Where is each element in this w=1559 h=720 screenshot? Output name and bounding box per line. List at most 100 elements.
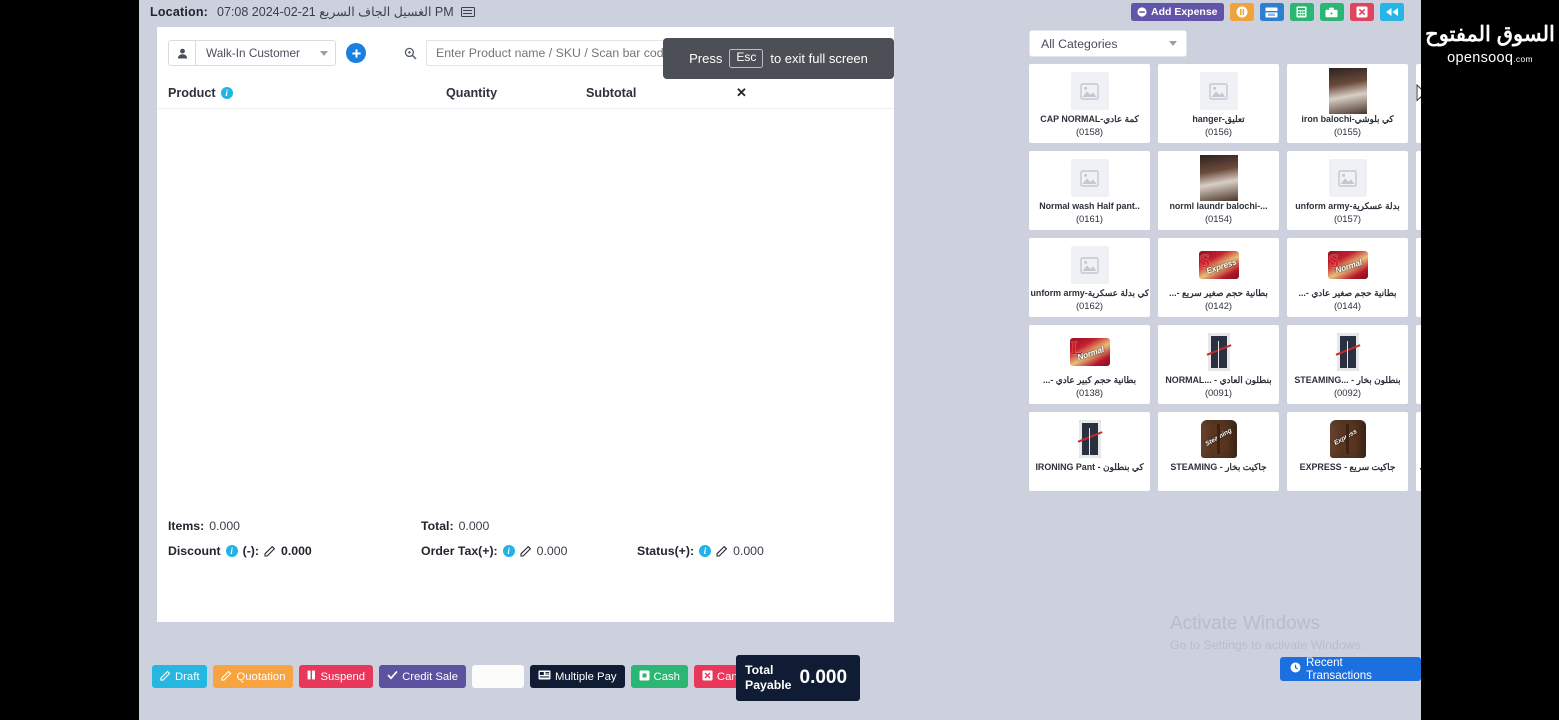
product-card[interactable]: unform army-كي بدلة عسكرية (0162) [1029, 238, 1150, 317]
status-row: Status(+): i 0.000 [637, 544, 764, 558]
product-card[interactable]: Steaming STEAMING - جاكيت بخار [1158, 412, 1279, 491]
mouse-cursor [1416, 83, 1421, 111]
location-value: 07:08 2024-02-21 الغسيل الجاف السريع PM [217, 5, 454, 19]
discount-value: 0.000 [281, 543, 312, 558]
info-icon[interactable]: i [220, 87, 233, 99]
products-scroll-area[interactable]: CAP NORMAL-كمة عادي (0158) hanger-تعليق (01… [1029, 64, 1421, 512]
total-payable-label-line1: Total [745, 662, 774, 677]
customer-selector[interactable]: Walk-In Customer [168, 40, 336, 66]
customer-select-value: Walk-In Customer [206, 46, 300, 60]
category-filter-select[interactable]: All Categories [1029, 30, 1187, 57]
edit-icon[interactable] [716, 545, 728, 557]
location-label: Location: [150, 4, 209, 19]
product-name: IRONING Pant - كي بنطلون [1035, 462, 1144, 472]
briefcase-icon [1325, 7, 1338, 18]
add-customer-button[interactable] [346, 43, 366, 63]
product-image: Express [1327, 417, 1368, 461]
clear-cart-button[interactable]: ✕ [736, 85, 747, 101]
edit-icon[interactable] [264, 545, 276, 557]
product-card[interactable]: IRONING Pant - كي بنطلون [1029, 412, 1150, 491]
activation-title: Activate Windows [1170, 613, 1320, 634]
cart-totals: Items: 0.000 Total: 0.000 Discount i (-)… [157, 513, 894, 563]
product-name: EXPRESS - جاكيت سريع [1299, 462, 1396, 472]
product-card[interactable]: S Express ...- بطانية حجم صغير سريع (0142) [1158, 238, 1279, 317]
pant-image [1335, 333, 1360, 371]
blank-button[interactable] [471, 665, 524, 688]
product-name: Normal wash Half pant.. [1039, 201, 1140, 211]
product-code: (0092) [1333, 387, 1362, 399]
product-image [1198, 69, 1239, 113]
register-button[interactable] [1259, 3, 1284, 21]
product-card[interactable]: Normal wash Half pant.. (0161) [1029, 151, 1150, 230]
product-code: (0144) [1333, 300, 1362, 312]
top-toolbar: Add Expense [1131, 3, 1404, 21]
product-card[interactable]: norml laundr balochi-... (0154) [1158, 151, 1279, 230]
cash-icon [639, 670, 650, 684]
cash-label: Cash [653, 670, 680, 683]
image-placeholder-icon [1070, 246, 1109, 284]
collapse-button[interactable] [1379, 3, 1404, 21]
info-icon[interactable]: i [699, 544, 712, 557]
product-card[interactable]: CAP NORMAL-كمة عادي (0158) [1029, 64, 1150, 143]
product-image: Steaming [1198, 417, 1239, 461]
product-card[interactable]: unform army-بدلة عسكرية (0157) [1287, 151, 1408, 230]
recent-transactions-button[interactable]: Recent Transactions [1280, 656, 1421, 682]
status-label: Status(+): [637, 543, 695, 558]
image-placeholder-icon [1070, 159, 1109, 197]
product-image [1069, 417, 1110, 461]
add-expense-button[interactable]: Add Expense [1131, 3, 1224, 21]
pos-application: Location: 07:08 2024-02-21 الغسيل الجاف … [139, 0, 1421, 720]
pause-icon [1236, 6, 1248, 18]
briefcase-button[interactable] [1319, 3, 1344, 21]
watermark-tld: .com [1513, 54, 1533, 64]
cart-panel: Walk-In Customer Product i [157, 27, 894, 622]
edit-icon[interactable] [520, 545, 532, 557]
keyboard-icon [460, 6, 475, 17]
close-button[interactable] [1349, 3, 1374, 21]
discount-label: Discount [168, 543, 221, 558]
product-image: S Normal [1327, 243, 1368, 287]
info-icon[interactable]: i [225, 544, 238, 557]
product-code: (0142) [1204, 300, 1233, 312]
pant-image [1077, 420, 1102, 458]
product-card[interactable]: Express EXPRESS - جاكيت سريع [1287, 412, 1408, 491]
product-card[interactable]: hanger-تعليق (0156) [1158, 64, 1279, 143]
product-name: unform army-كي بدلة عسكرية [1030, 288, 1149, 298]
quotation-button[interactable]: Quotation [213, 665, 294, 688]
minus-circle-icon [1137, 7, 1147, 17]
product-image [1069, 243, 1110, 287]
product-name: hanger-تعليق [1192, 114, 1245, 124]
add-expense-label: Add Expense [1151, 6, 1218, 18]
screen-root: Location: 07:08 2024-02-21 الغسيل الجاف … [0, 0, 1559, 720]
product-code: (0091) [1204, 387, 1233, 399]
blanket-image: S Express [1198, 245, 1239, 285]
credit-sale-button[interactable]: Credit Sale [379, 665, 466, 688]
suspend-button[interactable]: Suspend [299, 665, 374, 688]
user-icon [168, 40, 196, 66]
calculator-button[interactable] [1289, 3, 1314, 21]
pause-button[interactable] [1229, 3, 1254, 21]
draft-button[interactable]: Draft [152, 665, 208, 688]
multiple-pay-button[interactable]: Multiple Pay [529, 665, 625, 688]
product-image [1327, 68, 1368, 114]
items-label: Items: [168, 518, 205, 533]
product-code: (0155) [1333, 126, 1362, 138]
product-image [1198, 330, 1239, 374]
totals-row-2: Discount i (-): 0.000 Order Tax(+): i 0.… [168, 538, 894, 563]
esc-key: Esc [729, 49, 764, 68]
product-card[interactable]: L Normal ...- بطانية حجم كبير عادي (0138) [1029, 325, 1150, 404]
product-card[interactable]: iron balochi-كي بلوشي (0155) [1287, 64, 1408, 143]
customer-select-value-wrap[interactable]: Walk-In Customer [196, 40, 336, 66]
search-icon [394, 40, 426, 66]
cash-button[interactable]: Cash [630, 665, 688, 688]
product-card[interactable]: S Normal ...- بطانية حجم صغير عادي (0144) [1287, 238, 1408, 317]
product-code: (0138) [1075, 387, 1104, 399]
product-name: iron balochi-كي بلوشي [1301, 114, 1394, 124]
product-image [1198, 155, 1239, 201]
product-name: CAP NORMAL-كمة عادي [1040, 114, 1139, 124]
products-grid: CAP NORMAL-كمة عادي (0158) hanger-تعليق (01… [1029, 64, 1421, 491]
status-value: 0.000 [733, 543, 764, 558]
product-card[interactable]: NORMAL... - بنطلون العادي (0091) [1158, 325, 1279, 404]
product-card[interactable]: STEAMING... - بنطلون بخار (0092) [1287, 325, 1408, 404]
info-icon[interactable]: i [502, 544, 515, 557]
